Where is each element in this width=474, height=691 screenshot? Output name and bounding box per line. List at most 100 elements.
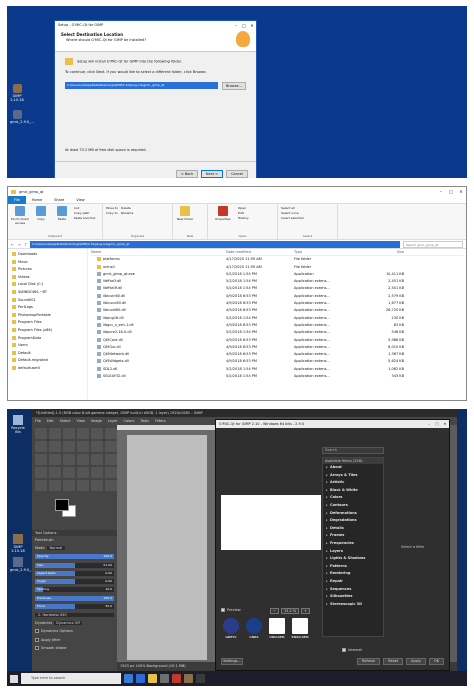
filter-category[interactable]: ▸ Sequences	[323, 586, 383, 594]
tab-view[interactable]: View	[70, 198, 90, 202]
file-row[interactable]: libicuin60.dll 4/9/2018 6:53 PM Applicatio…	[91, 293, 463, 300]
nav-item[interactable]: Sound001	[12, 297, 83, 305]
back-arrow-icon[interactable]: ←	[11, 242, 14, 247]
maximize-icon[interactable]: □	[446, 189, 456, 194]
filter-search-input[interactable]: Search	[322, 447, 384, 454]
tool-icon[interactable]	[49, 480, 61, 491]
ok-button[interactable]: OK	[428, 658, 444, 665]
gmic-taskbar-icon[interactable]	[196, 674, 205, 683]
search-input[interactable]: Search gmic_gimp_qt	[403, 240, 463, 248]
up-arrow-icon[interactable]: ↑	[24, 242, 27, 247]
filter-category[interactable]: ▸ Rendering	[323, 570, 383, 578]
nav-item[interactable]: $WINDOWS.~BT	[12, 289, 83, 297]
tool-icon[interactable]	[63, 480, 75, 491]
tool-icon[interactable]	[49, 428, 61, 439]
desktop-icon-recycle-bin[interactable]: Recycle Bin	[10, 415, 26, 434]
gimp-taskbar-icon[interactable]	[184, 674, 193, 683]
filter-category[interactable]: ▸ Contours	[323, 502, 383, 510]
tool-icon[interactable]	[91, 467, 103, 478]
tool-icon[interactable]	[91, 480, 103, 491]
file-row[interactable]: libfftw3f.dll 5/2/2018 1:54 PM Application…	[91, 285, 463, 292]
menu-image[interactable]: Image	[88, 417, 105, 425]
nav-item[interactable]: Downloads	[12, 251, 83, 259]
filter-category[interactable]: ▸ Layers	[323, 548, 383, 556]
file-row[interactable]: Qt5Core.dll 4/9/2018 6:53 PM Application e…	[91, 337, 463, 344]
file-row[interactable]: unins0 4/17/2020 11:59 AM File folder	[91, 264, 463, 271]
dynamics-options-row[interactable]: Dynamics Options	[32, 627, 117, 635]
nav-item[interactable]: PerfLogs	[12, 304, 83, 312]
file-row[interactable]: libpcre2-16-0.dll 5/2/2018 1:54 PM Applica…	[91, 329, 463, 336]
pin-button[interactable]: Pin to Quick access	[11, 206, 29, 237]
apply-jitter-row[interactable]: Apply Jitter	[32, 636, 117, 644]
settings-button[interactable]: Settings...	[221, 658, 243, 665]
column-type[interactable]: Type	[294, 249, 364, 255]
nav-item[interactable]: Program Files	[12, 319, 83, 327]
menu-colors[interactable]: Colors	[121, 417, 138, 425]
tool-icon[interactable]	[35, 454, 47, 465]
back-button[interactable]: < Back	[176, 170, 198, 178]
file-row[interactable]: SSLEAY32.dll 5/2/2018 1:54 PM Application …	[91, 373, 463, 380]
nav-item[interactable]: Default	[12, 350, 83, 358]
file-row[interactable]: platforms 4/17/2020 11:59 AM File folder	[91, 256, 463, 263]
zoom-in-button[interactable]: +	[301, 608, 311, 614]
foreground-color-swatch[interactable]	[55, 499, 69, 511]
properties-button[interactable]: Properties	[211, 206, 235, 237]
filter-category[interactable]: ▸ Artistic	[323, 479, 383, 487]
filter-category[interactable]: ▸ Frequencies	[323, 540, 383, 548]
nav-item[interactable]: Program Files (x86)	[12, 327, 83, 335]
file-row[interactable]: gmic_gimp_qt.exe 5/2/2018 1:54 PM Applicat…	[91, 271, 463, 278]
mail-icon[interactable]	[172, 674, 181, 683]
copy-to-button[interactable]: Copy to	[106, 211, 118, 216]
tool-icon[interactable]	[35, 467, 47, 478]
dynamics-options-checkbox[interactable]	[35, 629, 39, 634]
close-icon[interactable]: ✕	[456, 189, 466, 194]
column-date[interactable]: Date modified	[226, 249, 294, 255]
nav-item[interactable]: Users	[12, 342, 83, 350]
cancel-button[interactable]: Cancel	[226, 170, 248, 178]
filter-category[interactable]: ▸ Details	[323, 525, 383, 533]
menu-layer[interactable]: Layer	[105, 417, 121, 425]
refresh-button[interactable]: Refresh	[357, 658, 381, 665]
browse-button[interactable]: Browse...	[222, 82, 246, 90]
task-view-icon[interactable]	[124, 674, 133, 683]
nav-item[interactable]: Videos	[12, 274, 83, 282]
menu-tools[interactable]: Tools	[137, 417, 152, 425]
rename-button[interactable]: Rename	[121, 211, 133, 216]
edge-browser-icon[interactable]	[136, 674, 145, 683]
nav-item[interactable]: Local Disk (C:)	[12, 281, 83, 289]
file-row[interactable]: libgcc_s_seh-1.dll 4/9/2018 6:53 PM Applic…	[91, 322, 463, 329]
address-bar[interactable]: C:\Users\cal\AppData\Roaming\GIMP\2.10\p…	[30, 240, 400, 248]
mode-select[interactable]: Normal	[46, 546, 66, 551]
menu-file[interactable]: File	[32, 417, 44, 425]
nav-item[interactable]: ProgramData	[12, 335, 83, 343]
new-folder-button[interactable]: New folder	[176, 206, 194, 237]
close-icon[interactable]: ✕	[248, 23, 256, 28]
filter-category[interactable]: ▸ Silhouettes	[323, 593, 383, 601]
minimize-icon[interactable]: –	[232, 23, 240, 28]
file-row[interactable]: libfftw3.dll 5/2/2018 1:54 PM Application …	[91, 278, 463, 285]
tool-icon[interactable]	[63, 441, 75, 452]
menu-select[interactable]: Select	[57, 417, 74, 425]
tool-icon[interactable]	[77, 441, 89, 452]
forward-arrow-icon[interactable]: →	[17, 242, 20, 247]
internet-toggle[interactable]: Internet	[342, 648, 362, 652]
desktop-icon-gmic[interactable]: gmic_2.9.0_...	[10, 110, 34, 124]
tab-home[interactable]: Home	[26, 198, 48, 202]
file-row[interactable]: Qt5Network.dll 4/9/2018 6:53 PM Applicatio…	[91, 351, 463, 358]
internet-checkbox[interactable]	[342, 648, 346, 652]
slider-size[interactable]: Size 51.00	[35, 562, 114, 568]
tool-icon[interactable]	[35, 480, 47, 491]
paste-button[interactable]: Paste	[53, 206, 71, 237]
tool-icon[interactable]	[63, 428, 75, 439]
tool-icon[interactable]	[91, 428, 103, 439]
filter-category[interactable]: ▸ Degradations	[323, 517, 383, 525]
tool-icon[interactable]	[105, 428, 117, 439]
smooth-stroke-checkbox[interactable]	[35, 646, 39, 650]
tool-icon[interactable]	[105, 480, 117, 491]
slider-opacity[interactable]: Opacity 100.0	[35, 554, 114, 560]
menu-view[interactable]: View	[73, 417, 87, 425]
tool-icon[interactable]	[49, 454, 61, 465]
invert-selection-button[interactable]: Invert selection	[281, 216, 304, 221]
nav-item[interactable]: Music	[12, 259, 83, 267]
history-button[interactable]: History	[238, 216, 249, 221]
